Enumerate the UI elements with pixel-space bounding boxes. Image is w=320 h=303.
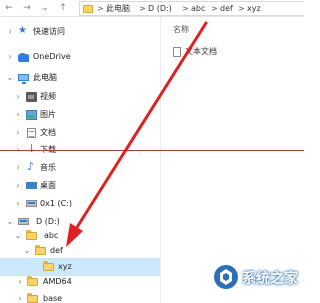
annotation-arrow-shaft	[72, 21, 208, 234]
watermark-logo-icon	[214, 265, 238, 289]
annotation-arrow-head	[66, 223, 83, 247]
watermark: 系统之家	[212, 253, 302, 301]
watermark-text: 系统之家	[242, 271, 298, 287]
